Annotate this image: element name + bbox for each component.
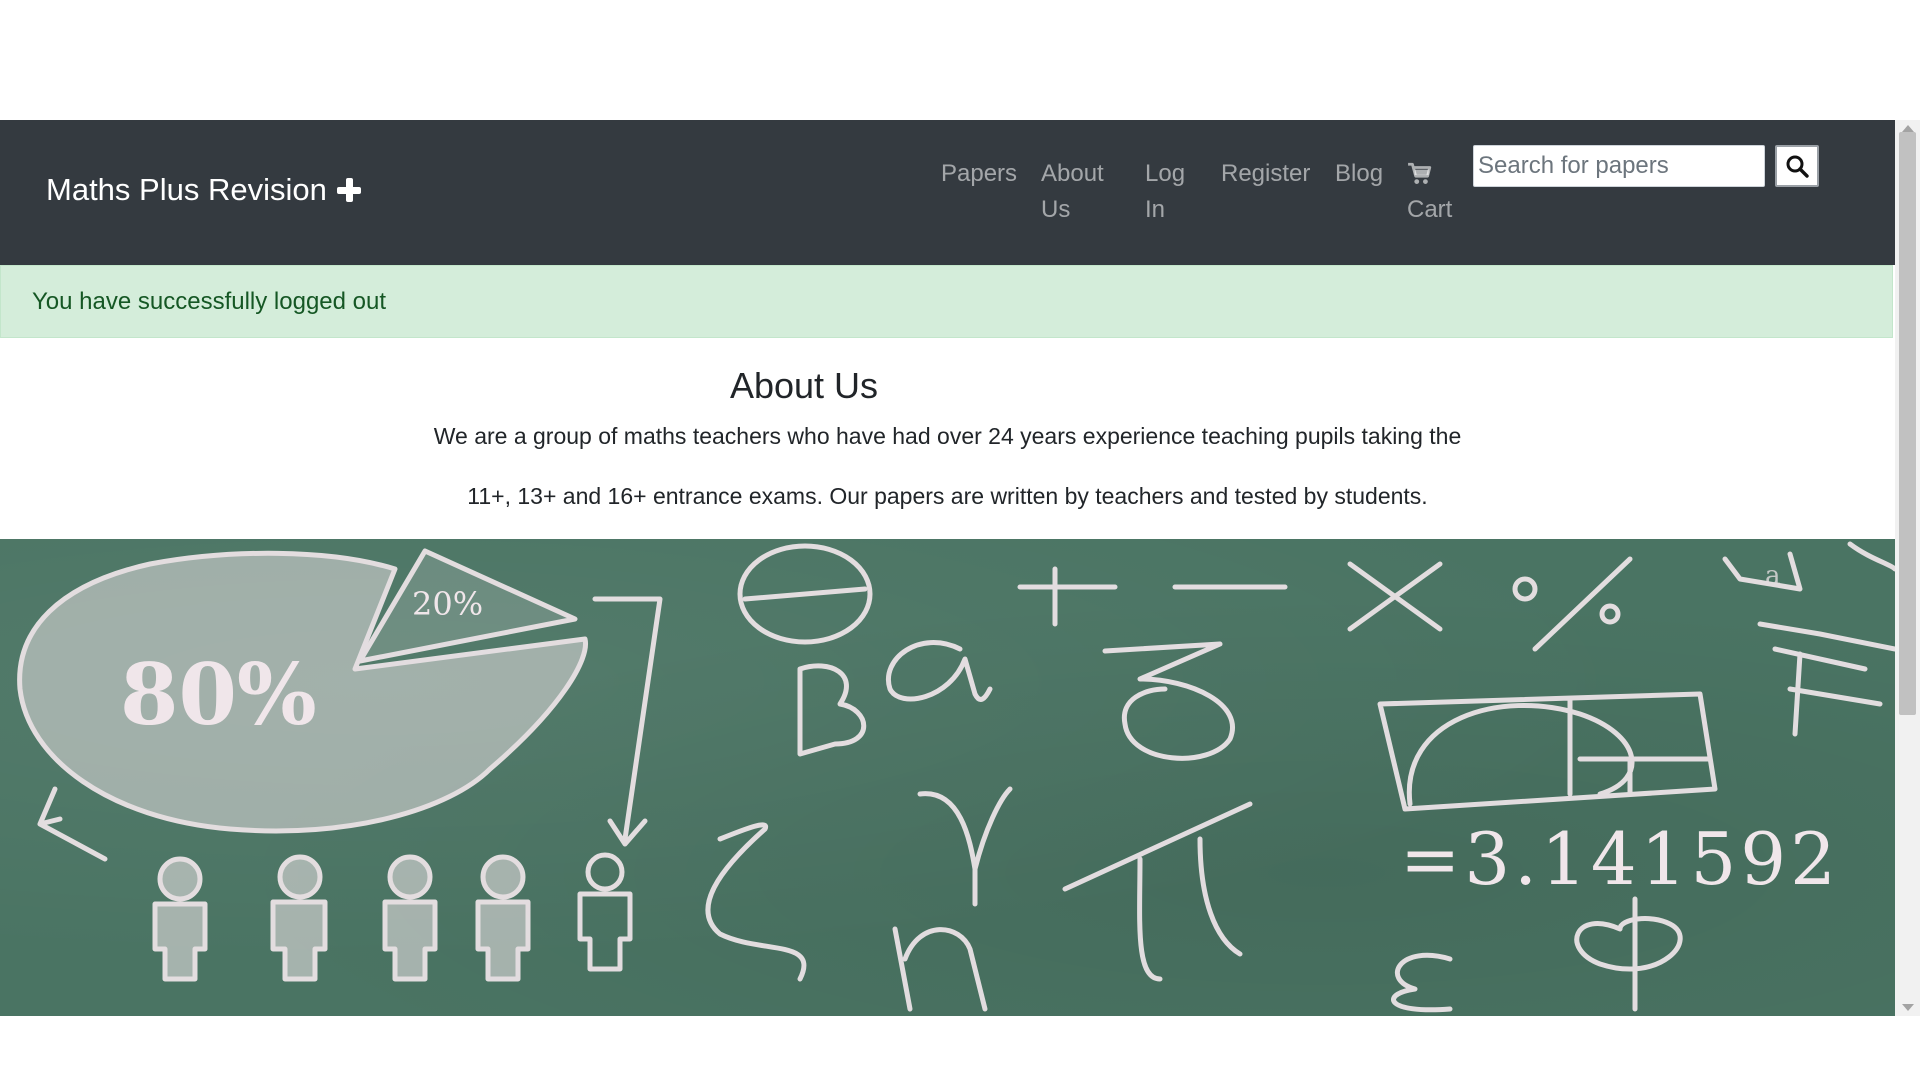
plus-symbol bbox=[1017, 566, 1118, 627]
nav-link-about-us[interactable]: About Us bbox=[1041, 156, 1123, 228]
eta-symbol bbox=[892, 926, 988, 1012]
percent-symbol bbox=[1532, 556, 1633, 652]
about-text-line-1: We are a group of maths teachers who hav… bbox=[433, 423, 1462, 449]
scrollbar-thumb[interactable] bbox=[1899, 132, 1916, 715]
about-text-line-2: 11+, 13+ and 16+ entrance exams. Our pap… bbox=[467, 483, 1428, 509]
nav-link-login-line1: Log bbox=[1145, 160, 1186, 187]
logout-success-alert: You have successfully logged out bbox=[0, 265, 1893, 338]
pi-value-label: =3.141592 bbox=[1400, 817, 1840, 901]
search-input[interactable] bbox=[1473, 145, 1765, 187]
chalkboard-drawing: a 80% 20% =3.141592 bbox=[17, 541, 1895, 1013]
nav-link-about-line2: Us bbox=[1041, 196, 1071, 223]
about-title: About Us bbox=[729, 365, 879, 406]
epsilon-symbol bbox=[1391, 952, 1453, 1013]
nav-link-register-label: Register bbox=[1221, 160, 1311, 187]
search-icon bbox=[1786, 155, 1809, 178]
phi-symbol bbox=[1574, 896, 1683, 1012]
scroll-down-arrow-icon[interactable] bbox=[1902, 1004, 1914, 1011]
nav-link-log-in[interactable]: Log In bbox=[1145, 156, 1195, 228]
nav-link-papers-label: Papers bbox=[941, 160, 1018, 187]
pie-major-label: 80% bbox=[120, 645, 317, 744]
nav-link-blog[interactable]: Blog bbox=[1335, 156, 1395, 192]
nav-link-cart[interactable]: Cart bbox=[1407, 156, 1467, 228]
times-symbol bbox=[1347, 561, 1443, 632]
search-form bbox=[1473, 145, 1819, 187]
people-figures bbox=[152, 854, 531, 982]
nav-link-papers[interactable]: Papers bbox=[941, 156, 1021, 192]
pie-minor-label: 20% bbox=[412, 585, 483, 623]
zeta-symbol bbox=[705, 822, 807, 982]
nav-link-login-line2: In bbox=[1145, 196, 1166, 223]
beta-symbol bbox=[797, 663, 867, 757]
nav-link-cart-label: Cart bbox=[1407, 196, 1453, 223]
alpha-symbol bbox=[886, 640, 993, 702]
nav-link-blog-label: Blog bbox=[1335, 160, 1384, 187]
page-content: Maths Plus Revision Papers About Us Log … bbox=[0, 120, 1895, 1016]
golden-spiral bbox=[1377, 691, 1718, 812]
cart-icon bbox=[1408, 162, 1432, 184]
scroll-up-arrow-icon[interactable] bbox=[1902, 125, 1914, 132]
gamma-symbol bbox=[917, 786, 1013, 907]
pi-symbol bbox=[1062, 801, 1253, 982]
nav-link-register[interactable]: Register bbox=[1221, 156, 1321, 192]
navbar: Maths Plus Revision Papers About Us Log … bbox=[0, 120, 1895, 265]
svg-text:a: a bbox=[1765, 561, 1781, 591]
browser-viewport: Maths Plus Revision Papers About Us Log … bbox=[0, 120, 1920, 1016]
alert-message: You have successfully logged out bbox=[32, 288, 387, 315]
nav-link-about-line1: About bbox=[1041, 160, 1104, 187]
vertical-scrollbar[interactable] bbox=[1895, 120, 1920, 1016]
chalkboard-hero-image: a 80% 20% =3.141592 bbox=[0, 539, 1895, 1016]
search-button[interactable] bbox=[1775, 145, 1819, 187]
delta-symbol bbox=[1102, 641, 1235, 761]
